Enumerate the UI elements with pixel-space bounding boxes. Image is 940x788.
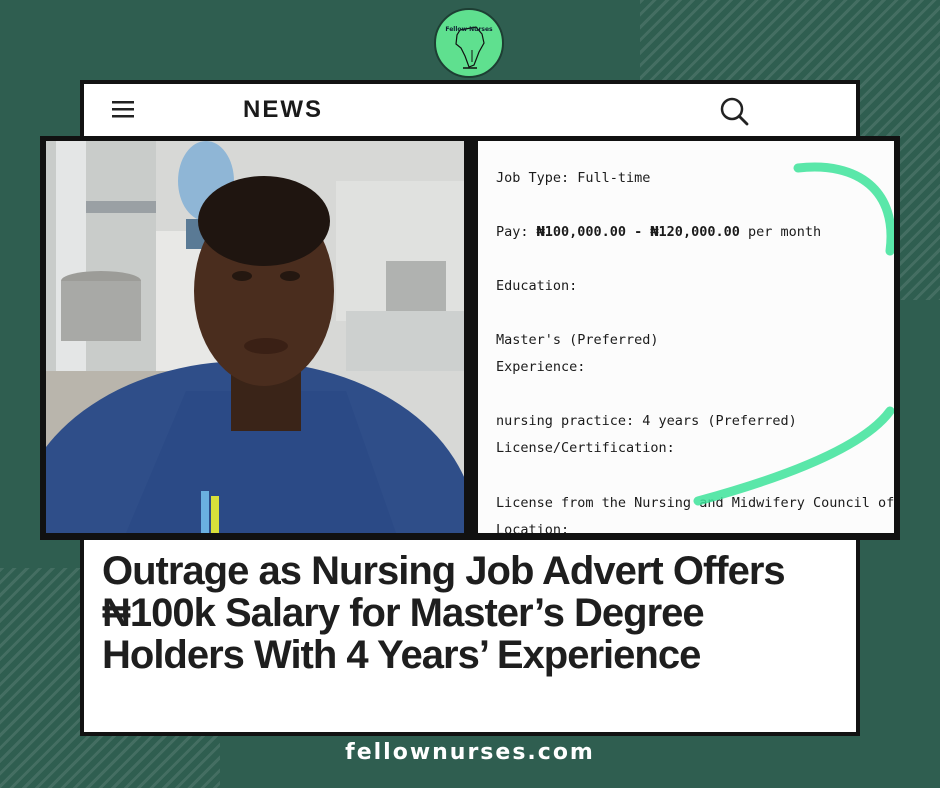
website-url[interactable]: fellownurses.com xyxy=(0,740,940,765)
fellow-nurses-logo: Fellow Nurses xyxy=(434,8,504,78)
search-icon[interactable] xyxy=(718,95,750,127)
africa-map-icon xyxy=(455,26,485,69)
logo-text: Fellow Nurses xyxy=(445,26,493,33)
nurse-photo xyxy=(46,141,464,533)
section-title: NEWS xyxy=(243,96,323,123)
hamburger-menu-icon[interactable] xyxy=(110,96,136,122)
job-advert-screenshot: Job Type: Full-time Pay: ₦100,000.00 - ₦… xyxy=(478,141,894,533)
highlight-mark xyxy=(693,162,894,506)
article-headline: Outrage as Nursing Job Advert Offers ₦10… xyxy=(102,549,786,677)
